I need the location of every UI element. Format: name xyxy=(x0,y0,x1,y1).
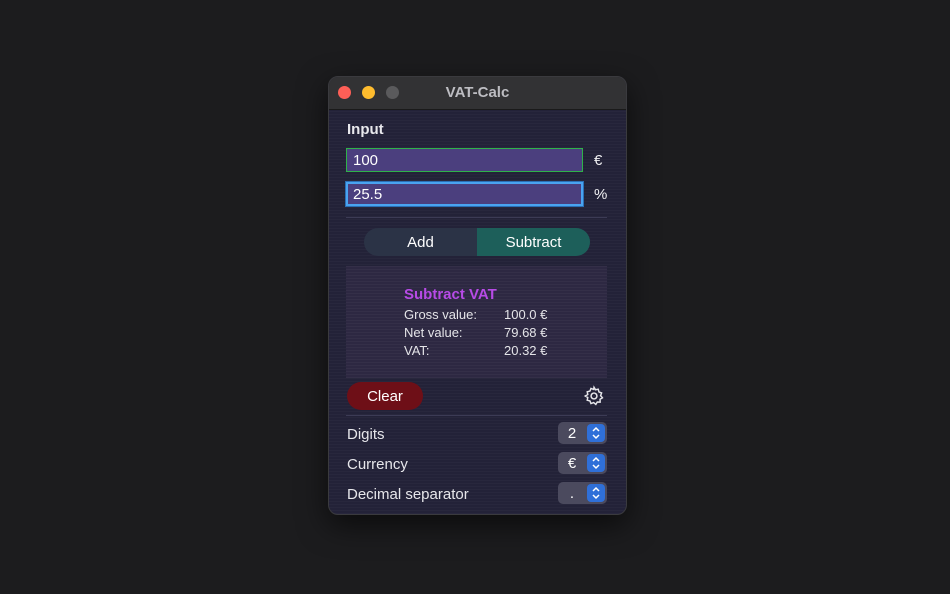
currency-value: € xyxy=(567,454,577,472)
result-title: Subtract VAT xyxy=(404,286,497,303)
currency-stepper[interactable]: € xyxy=(558,452,607,474)
title-bar[interactable]: VAT-Calc xyxy=(329,77,626,110)
gross-value-label: Gross value: xyxy=(404,307,477,322)
divider xyxy=(346,415,607,416)
result-panel: Subtract VAT Gross value: 100.0 € Net val… xyxy=(346,266,607,378)
currency-label: Currency xyxy=(347,456,408,473)
net-value: 79.68 € xyxy=(504,325,548,340)
decimal-separator-label: Decimal separator xyxy=(347,486,469,503)
percent-unit-label: % xyxy=(594,186,608,203)
digits-label: Digits xyxy=(347,426,385,443)
vat-value-row: VAT: 20.32 € xyxy=(404,343,547,358)
gross-value-row: Gross value: 100.0 € xyxy=(404,307,547,322)
amount-input[interactable] xyxy=(346,148,583,172)
vat-rate-input[interactable] xyxy=(346,182,583,206)
mode-segmented-control: Add Subtract xyxy=(364,228,590,256)
digits-stepper[interactable]: 2 xyxy=(558,422,607,444)
vat-value: 20.32 € xyxy=(504,343,548,358)
currency-unit-label: € xyxy=(594,152,603,169)
vat-value-label: VAT: xyxy=(404,343,430,358)
clear-button[interactable]: Clear xyxy=(347,382,423,410)
net-value-row: Net value: 79.68 € xyxy=(404,325,547,340)
subtract-mode-button[interactable]: Subtract xyxy=(477,228,590,256)
decimal-separator-value: . xyxy=(569,484,575,502)
divider xyxy=(346,217,607,218)
up-down-chevron-icon[interactable] xyxy=(587,424,605,442)
up-down-chevron-icon[interactable] xyxy=(587,454,605,472)
add-mode-button[interactable]: Add xyxy=(364,228,477,256)
up-down-chevron-icon[interactable] xyxy=(587,484,605,502)
digits-value: 2 xyxy=(567,424,577,442)
gross-value: 100.0 € xyxy=(504,307,548,322)
gear-icon[interactable] xyxy=(583,385,605,407)
net-value-label: Net value: xyxy=(404,325,463,340)
window-title: VAT-Calc xyxy=(445,84,510,101)
input-section-label: Input xyxy=(347,121,384,138)
app-window: VAT-Calc Input € % Add Subtract Subtract… xyxy=(328,76,627,515)
decimal-separator-stepper[interactable]: . xyxy=(558,482,607,504)
